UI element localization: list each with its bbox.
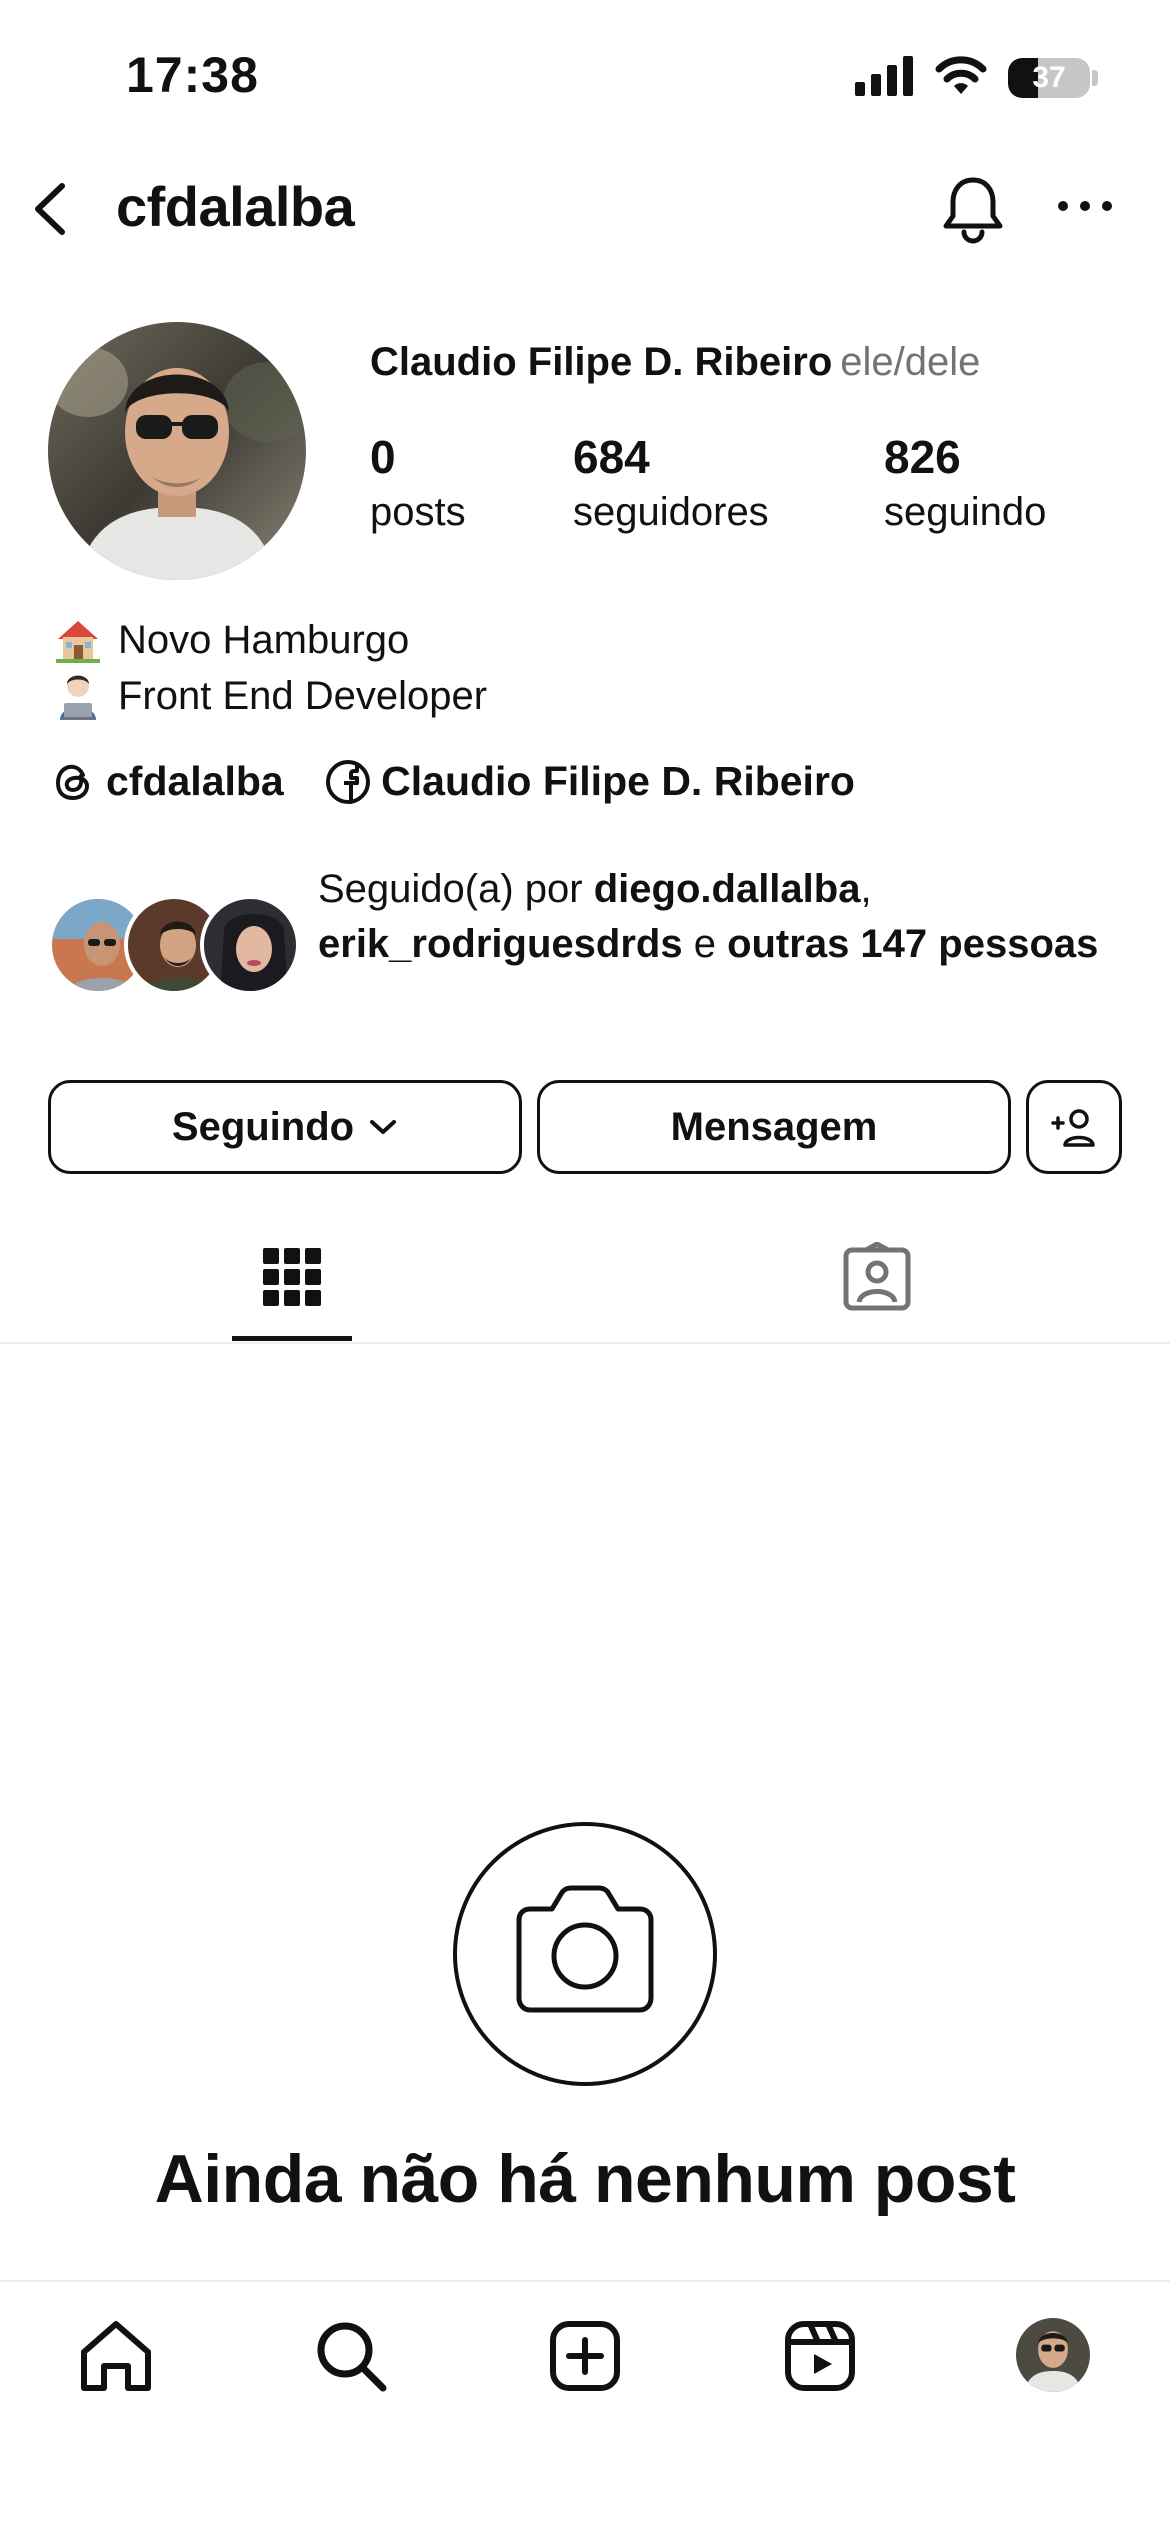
facebook-icon	[326, 759, 371, 804]
following-label: Seguindo	[171, 1104, 355, 1149]
add-user-icon	[1051, 1109, 1095, 1147]
following-button[interactable]: Seguindo	[48, 1080, 522, 1174]
facebook-link[interactable]: Claudio Filipe D. Ribeiro	[325, 758, 855, 805]
pronouns: ele/dele	[840, 340, 981, 384]
full-name: Claudio Filipe D. Ribeiro	[370, 340, 833, 384]
message-label: Mensagem	[670, 1104, 878, 1149]
facebook-name: Claudio Filipe D. Ribeiro	[381, 758, 855, 804]
profile-nav-photo	[1016, 2318, 1090, 2392]
battery-level: 37	[1032, 61, 1066, 94]
bio-role: Front End Developer	[118, 674, 488, 718]
stat-followers-value: 684	[573, 431, 650, 483]
threads-handle: cfdalalba	[106, 758, 284, 804]
battery-icon: 37	[1008, 58, 1090, 98]
profile-nav-avatar[interactable]	[1016, 2318, 1090, 2392]
bell-icon[interactable]	[938, 172, 1008, 246]
status-bar: 17:38 37	[0, 0, 1170, 150]
tab-tagged[interactable]	[585, 1210, 1170, 1342]
bottom-nav-divider	[0, 2280, 1170, 2282]
search-icon[interactable]	[311, 2316, 391, 2396]
followed-by-sep: ,	[860, 867, 872, 911]
followed-by-text[interactable]: Seguido(a) por diego.dallalba, erik_rodri…	[318, 862, 1138, 972]
mutual-others: outras 147 pessoas	[727, 922, 1099, 966]
tab-divider	[0, 1342, 1170, 1344]
threads-icon	[55, 764, 90, 800]
stat-posts: 0 posts	[370, 428, 466, 538]
stat-following[interactable]: 826 seguindo	[884, 428, 1046, 538]
followed-by-conj: e	[682, 922, 728, 966]
mutual-avatar-3	[200, 895, 300, 995]
grid-icon	[263, 1248, 321, 1306]
back-icon[interactable]	[22, 174, 82, 244]
message-button[interactable]: Mensagem	[537, 1080, 1011, 1174]
tagged-icon	[843, 1242, 911, 1311]
empty-state-camera-circle	[453, 1822, 717, 2086]
create-icon[interactable]	[545, 2316, 625, 2396]
bio-location: Novo Hamburgo	[118, 618, 410, 662]
avatar-photo	[48, 322, 306, 580]
bio-line-role: Front End Developer	[52, 668, 487, 724]
profile-header: cfdalalba	[0, 150, 1170, 270]
mutual-user-2: erik_rodriguesdrds	[318, 922, 683, 966]
active-tab-indicator	[232, 1336, 352, 1341]
stat-following-value: 826	[884, 431, 961, 483]
stat-posts-label: posts	[370, 490, 466, 534]
profile-avatar[interactable]	[48, 322, 306, 580]
chevron-down-icon	[370, 1120, 397, 1134]
more-icon[interactable]	[1055, 194, 1115, 218]
full-name-row: Claudio Filipe D. Ribeiro ele/dele	[370, 340, 980, 385]
mutual-followers-avatars[interactable]	[48, 895, 300, 995]
home-icon[interactable]	[76, 2316, 156, 2396]
profile-links: cfdalalba Claudio Filipe D. Ribeiro	[50, 758, 885, 818]
stat-followers[interactable]: 684 seguidores	[573, 428, 769, 538]
house-emoji	[56, 621, 100, 663]
signal-icon	[855, 56, 913, 96]
empty-state-title: Ainda não há nenhum post	[154, 2141, 1016, 2217]
mutual-user-1: diego.dallalba	[593, 867, 861, 911]
suggested-users-button[interactable]	[1026, 1080, 1122, 1174]
technologist-emoji	[60, 675, 96, 720]
stat-followers-label: seguidores	[573, 490, 769, 534]
stat-posts-value: 0	[370, 431, 396, 483]
bio-line-location: Novo Hamburgo	[52, 612, 409, 668]
page-title: cfdalalba	[116, 175, 355, 238]
camera-icon	[516, 1885, 654, 2013]
status-time: 17:38	[126, 47, 259, 103]
wifi-icon	[935, 56, 987, 94]
stat-following-label: seguindo	[884, 490, 1047, 534]
reels-icon[interactable]	[780, 2316, 860, 2396]
threads-link[interactable]: cfdalalba	[50, 758, 284, 805]
battery-tip	[1092, 70, 1098, 86]
tab-posts-grid[interactable]	[0, 1210, 585, 1342]
followed-by-prefix: Seguido(a) por	[318, 867, 594, 911]
